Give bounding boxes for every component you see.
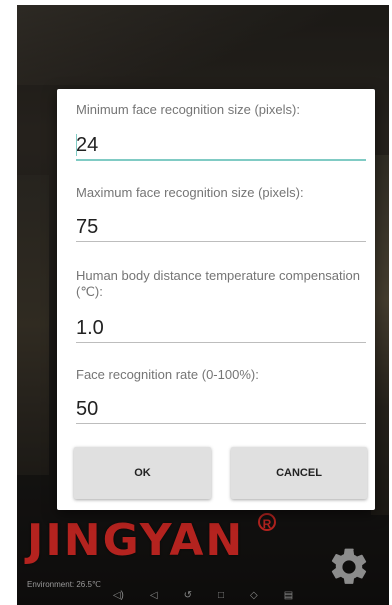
registered-mark: R	[258, 513, 276, 531]
min-face-size-label: Minimum face recognition size (pixels):	[76, 102, 300, 117]
system-navigation-bar: ◁) ◁ ↺ □ ◇ ▤	[17, 587, 389, 605]
back-icon[interactable]: ◁	[150, 591, 158, 601]
max-face-size-label: Maximum face recognition size (pixels):	[76, 185, 304, 200]
temperature-compensation-input[interactable]: 1.0	[76, 314, 366, 343]
recognition-rate-value: 50	[76, 398, 99, 420]
recognition-rate-input[interactable]: 50	[76, 395, 366, 424]
temperature-compensation-label: Human body distance temperature compensa…	[76, 268, 360, 299]
recognition-rate-label: Face recognition rate (0-100%):	[76, 367, 259, 382]
home-icon[interactable]: □	[218, 591, 224, 601]
min-face-size-value: 24	[76, 134, 99, 156]
max-face-size-value: 75	[76, 216, 99, 238]
recents-icon[interactable]: ◇	[250, 591, 258, 601]
min-face-size-input[interactable]: 24	[76, 131, 366, 161]
gear-icon[interactable]	[327, 545, 371, 589]
volume-down-icon[interactable]: ◁)	[113, 591, 124, 601]
device-screen: JINGYAN R Environment: 26.5℃ ◁) ◁ ↺ □ ◇ …	[17, 5, 389, 605]
brand-logo: JINGYAN	[27, 515, 245, 566]
menu-icon[interactable]: ▤	[284, 591, 293, 601]
ok-button[interactable]: OK	[74, 447, 211, 499]
cancel-button[interactable]: CANCEL	[231, 447, 367, 499]
max-face-size-input[interactable]: 75	[76, 213, 366, 242]
temperature-compensation-value: 1.0	[76, 317, 104, 339]
face-settings-dialog: Minimum face recognition size (pixels): …	[57, 89, 375, 510]
text-cursor	[76, 134, 77, 156]
screenshot-icon[interactable]: ↺	[184, 591, 192, 601]
